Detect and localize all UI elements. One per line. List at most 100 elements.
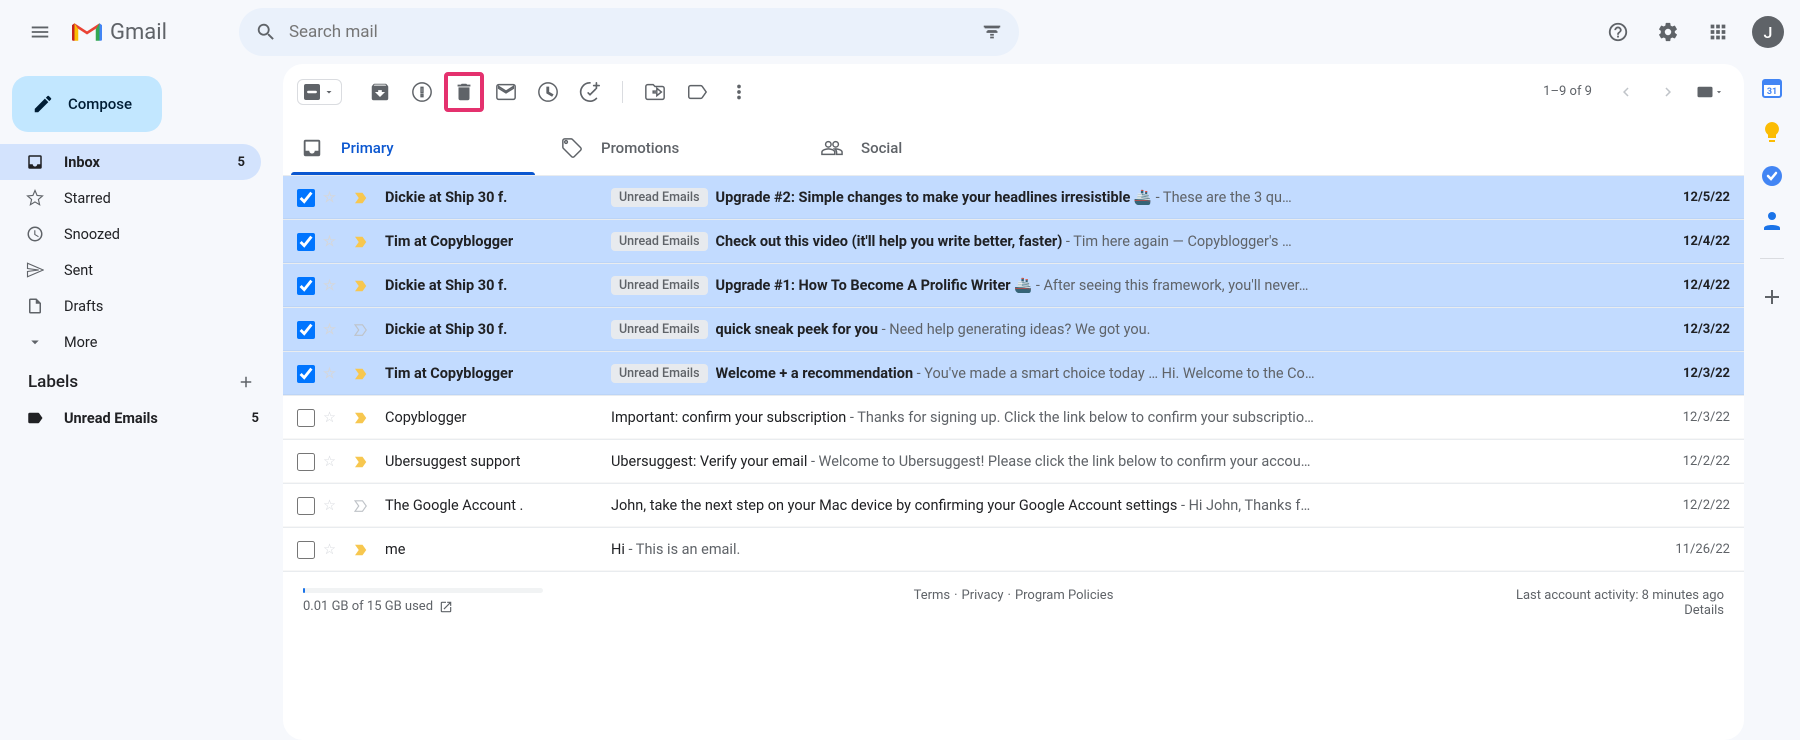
row-date: 12/3/22	[1640, 322, 1730, 337]
keep-app-icon[interactable]	[1760, 120, 1784, 144]
search-options-icon[interactable]	[981, 21, 1003, 43]
row-checkbox[interactable]	[297, 233, 315, 251]
email-row[interactable]: ☆ Tim at Copyblogger Unread Emails Check…	[283, 220, 1744, 264]
row-label-chip[interactable]: Unread Emails	[611, 188, 708, 207]
select-all-checkbox[interactable]	[297, 79, 342, 105]
row-snippet: - This is an email.	[625, 541, 740, 558]
nav-drafts[interactable]: Drafts	[0, 288, 261, 324]
tab-social[interactable]: Social	[803, 120, 1063, 175]
email-row[interactable]: ☆ Tim at Copyblogger Unread Emails Welco…	[283, 352, 1744, 396]
settings-button[interactable]	[1644, 8, 1692, 56]
row-checkbox[interactable]	[297, 277, 315, 295]
details-link[interactable]: Details	[1684, 603, 1724, 618]
open-in-new-icon[interactable]	[439, 600, 453, 614]
main-menu-button[interactable]	[16, 8, 64, 56]
nav-sent[interactable]: Sent	[0, 252, 261, 288]
important-icon[interactable]	[351, 277, 371, 295]
delete-button[interactable]	[444, 72, 484, 112]
row-snippet: - After seeing this framework, you'll ne…	[1032, 277, 1308, 294]
gear-icon	[1657, 21, 1679, 43]
nav-more[interactable]: More	[0, 324, 261, 360]
row-label-chip[interactable]: Unread Emails	[611, 364, 708, 383]
important-icon[interactable]	[351, 365, 371, 383]
star-icon[interactable]: ☆	[323, 277, 343, 294]
important-icon[interactable]	[351, 321, 371, 339]
label-unread-emails[interactable]: Unread Emails 5	[0, 400, 275, 436]
email-list: ☆ Dickie at Ship 30 f. Unread Emails Upg…	[283, 176, 1744, 572]
label-count: 5	[252, 411, 259, 426]
star-icon[interactable]: ☆	[323, 365, 343, 382]
star-icon[interactable]: ☆	[323, 409, 343, 426]
activity-text: Last account activity: 8 minutes ago	[1516, 588, 1724, 603]
email-row[interactable]: ☆ me Hi - This is an email. 11/26/22	[283, 528, 1744, 572]
snooze-button[interactable]	[528, 72, 568, 112]
next-page-button[interactable]	[1648, 72, 1688, 112]
input-tools-button[interactable]	[1690, 72, 1730, 112]
add-panel-icon[interactable]	[1760, 285, 1784, 309]
email-row[interactable]: ☆ Ubersuggest support Ubersuggest: Verif…	[283, 440, 1744, 484]
important-icon[interactable]	[351, 453, 371, 471]
star-icon[interactable]: ☆	[323, 233, 343, 250]
add-task-button[interactable]	[570, 72, 610, 112]
important-icon[interactable]	[351, 497, 371, 515]
important-icon[interactable]	[351, 541, 371, 559]
spam-button[interactable]	[402, 72, 442, 112]
search-input[interactable]	[289, 22, 981, 42]
row-checkbox[interactable]	[297, 365, 315, 383]
tab-primary[interactable]: Primary	[283, 120, 543, 175]
nav-inbox[interactable]: Inbox 5	[0, 144, 261, 180]
hamburger-icon	[29, 21, 51, 43]
tab-promotions[interactable]: Promotions	[543, 120, 803, 175]
important-icon[interactable]	[351, 189, 371, 207]
email-row[interactable]: ☆ Dickie at Ship 30 f. Unread Emails qui…	[283, 308, 1744, 352]
row-checkbox[interactable]	[297, 497, 315, 515]
email-row[interactable]: ☆ Copyblogger Important: confirm your su…	[283, 396, 1744, 440]
select-all-input[interactable]	[304, 84, 320, 100]
row-sender: Dickie at Ship 30 f.	[385, 189, 585, 206]
important-icon[interactable]	[351, 233, 371, 251]
add-label-icon[interactable]	[237, 373, 255, 391]
prev-page-button[interactable]	[1606, 72, 1646, 112]
row-label-chip[interactable]: Unread Emails	[611, 232, 708, 251]
mark-unread-button[interactable]	[486, 72, 526, 112]
star-icon[interactable]: ☆	[323, 321, 343, 338]
link-privacy[interactable]: Privacy	[962, 588, 1004, 603]
row-checkbox[interactable]	[297, 321, 315, 339]
nav-starred[interactable]: Starred	[0, 180, 261, 216]
link-terms[interactable]: Terms	[914, 588, 951, 603]
star-icon[interactable]: ☆	[323, 189, 343, 206]
move-button[interactable]	[635, 72, 675, 112]
panel-divider	[1760, 258, 1784, 259]
star-icon[interactable]: ☆	[323, 497, 343, 514]
search-bar[interactable]	[239, 8, 1019, 56]
row-date: 12/4/22	[1640, 234, 1730, 249]
star-icon[interactable]: ☆	[323, 541, 343, 558]
row-label-chip[interactable]: Unread Emails	[611, 320, 708, 339]
row-sender: Ubersuggest support	[385, 453, 585, 470]
calendar-app-icon[interactable]: 31	[1760, 76, 1784, 100]
gmail-logo[interactable]: Gmail	[72, 20, 167, 45]
label-button[interactable]	[677, 72, 717, 112]
account-avatar[interactable]: J	[1752, 16, 1784, 48]
tasks-app-icon[interactable]	[1760, 164, 1784, 188]
add-task-icon	[579, 81, 601, 103]
contacts-app-icon[interactable]	[1760, 208, 1784, 232]
email-row[interactable]: ☆ Dickie at Ship 30 f. Unread Emails Upg…	[283, 264, 1744, 308]
nav-snoozed[interactable]: Snoozed	[0, 216, 261, 252]
row-checkbox[interactable]	[297, 541, 315, 559]
help-button[interactable]	[1594, 8, 1642, 56]
row-checkbox[interactable]	[297, 189, 315, 207]
archive-button[interactable]	[360, 72, 400, 112]
important-icon[interactable]	[351, 409, 371, 427]
row-subject: Upgrade #1: How To Become A Prolific Wri…	[716, 277, 1033, 294]
row-checkbox[interactable]	[297, 409, 315, 427]
link-program[interactable]: Program Policies	[1015, 588, 1113, 603]
row-label-chip[interactable]: Unread Emails	[611, 276, 708, 295]
row-checkbox[interactable]	[297, 453, 315, 471]
email-row[interactable]: ☆ The Google Account . John, take the ne…	[283, 484, 1744, 528]
more-button[interactable]	[719, 72, 759, 112]
star-icon[interactable]: ☆	[323, 453, 343, 470]
email-row[interactable]: ☆ Dickie at Ship 30 f. Unread Emails Upg…	[283, 176, 1744, 220]
apps-button[interactable]	[1694, 8, 1742, 56]
compose-button[interactable]: Compose	[12, 76, 162, 132]
